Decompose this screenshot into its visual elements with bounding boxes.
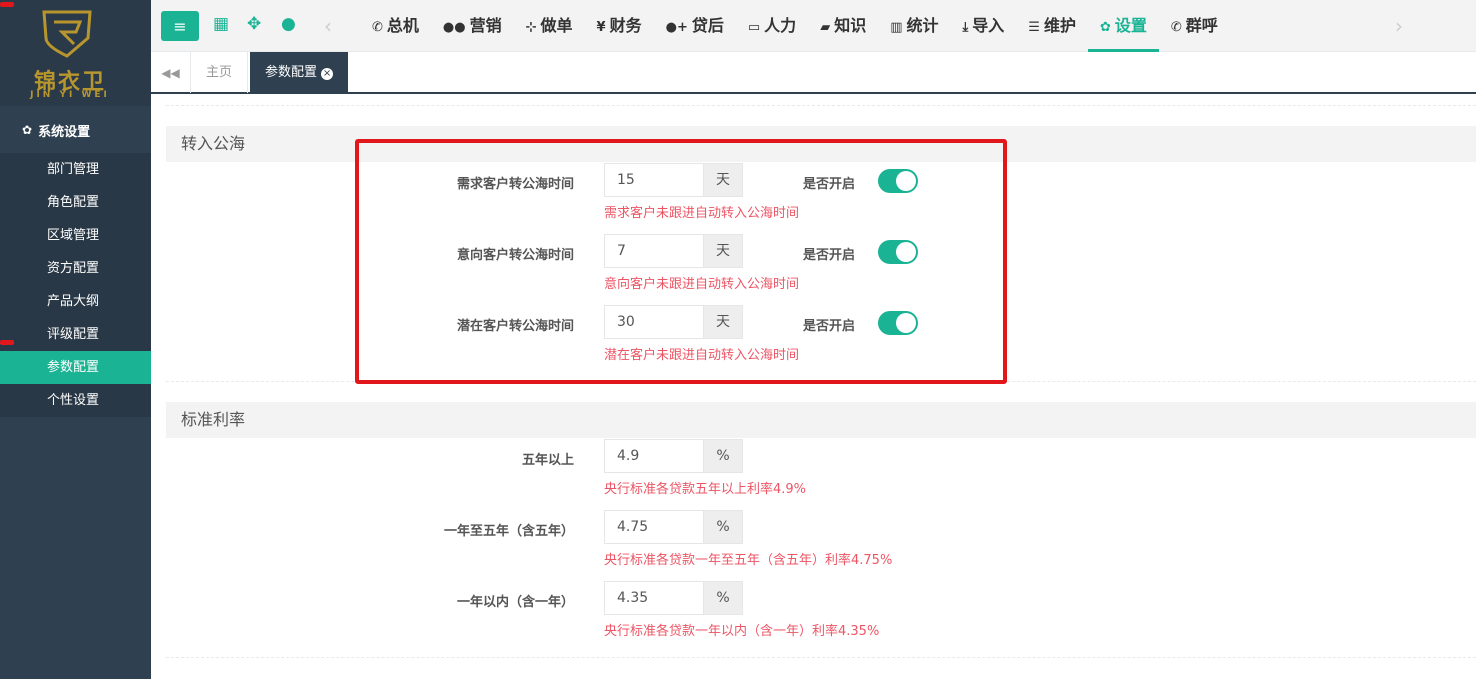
nav-item-finance[interactable]: ¥ 财务 — [585, 0, 654, 52]
nav-item-knowledge[interactable]: ▰ 知识 — [808, 0, 878, 52]
tab-params[interactable]: 参数配置 × — [250, 52, 349, 93]
nav-next-arrow[interactable]: › — [1395, 14, 1403, 38]
nav-item-maintenance[interactable]: ☰ 维护 — [1016, 0, 1088, 52]
logo: 锦衣卫 JIN YI WEI — [0, 0, 151, 106]
help-text: 央行标准各贷款一年至五年（含五年）利率4.75% — [604, 553, 893, 568]
form-label: 一年以内（含一年） — [456, 595, 574, 610]
brand-subtitle: JIN YI WEI — [30, 90, 110, 100]
annotation-mark — [0, 2, 14, 7]
nav-item-import[interactable]: ⤓ 导入 — [951, 0, 1017, 52]
rate-5y-plus-input[interactable]: 4.9 — [604, 439, 704, 473]
shield-logo-icon — [42, 10, 92, 58]
unit-addon: % — [704, 581, 743, 615]
nav-item-switchboard[interactable]: ✆ 总机 — [360, 0, 431, 52]
nav-prev-arrow[interactable]: ‹ — [324, 14, 332, 38]
unit-addon: % — [704, 510, 743, 544]
nav-item-marketing[interactable]: ●● 营销 — [431, 0, 514, 52]
bar-chart-icon: ▥ — [890, 20, 903, 35]
nav-item-group-call[interactable]: ✆ 群呼 — [1159, 0, 1230, 52]
sidebar-item-regions[interactable]: 区域管理 — [0, 219, 151, 252]
close-icon[interactable]: × — [321, 68, 334, 80]
page-tabs: ◀◀ 主页 参数配置 × — [151, 52, 1476, 94]
rate-1to5y-input[interactable]: 4.75 — [604, 510, 704, 544]
users-icon: ●● — [442, 20, 466, 35]
annotation-mark — [0, 340, 14, 345]
sidebar-item-department[interactable]: 部门管理 — [0, 153, 151, 186]
menu-toggle-button[interactable]: ≡ — [161, 11, 199, 41]
nav-item-postloan[interactable]: ●+ 贷后 — [654, 0, 736, 52]
book-icon: ▰ — [820, 20, 831, 35]
unit-addon: % — [704, 439, 743, 473]
sidebar-item-rating[interactable]: 评级配置 — [0, 318, 151, 351]
download-icon: ⤓ — [962, 20, 969, 35]
sitemap-icon: ⊹ — [525, 20, 537, 35]
sidebar-group-label: 系统设置 — [38, 124, 91, 140]
section-title-rate: 标准利率 — [166, 402, 1476, 438]
rate-1y-input[interactable]: 4.35 — [604, 581, 704, 615]
sidebar-item-products[interactable]: 产品大纲 — [0, 285, 151, 318]
form-label: 五年以上 — [521, 453, 574, 468]
divider — [166, 105, 1476, 106]
database-icon: ☰ — [1028, 20, 1040, 35]
sidebar-item-funders[interactable]: 资方配置 — [0, 252, 151, 285]
phone-icon: ✆ — [372, 20, 383, 35]
gear-icon: ✿ — [1099, 20, 1111, 35]
calendar-icon[interactable]: ▦ — [213, 14, 229, 34]
top-navbar: ≡ ▦ ✥ ● ‹ ✆ 总机 ●● 营销 ⊹ 做单 ¥ 财务 ●+ 贷后 ▭ 人力 ▰ 知识 … — [151, 0, 1476, 52]
sidebar-item-personal[interactable]: 个性设置 — [0, 384, 151, 417]
id-card-icon: ▭ — [747, 20, 761, 35]
help-text: 央行标准各贷款五年以上利率4.9% — [604, 482, 807, 497]
sidebar-group-system[interactable]: ✿ 系统设置 — [0, 115, 151, 145]
nav-item-orders[interactable]: ⊹ 做单 — [514, 0, 585, 52]
form-label: 一年至五年（含五年） — [443, 524, 574, 539]
annotation-highlight-box — [355, 139, 1007, 384]
divider — [166, 657, 1476, 658]
sidebar: 锦衣卫 JIN YI WEI ✿ 系统设置 部门管理 角色配置 区域管理 资方配… — [0, 0, 151, 679]
help-text: 央行标准各贷款一年以内（含一年）利率4.35% — [604, 624, 880, 639]
sidebar-item-params[interactable]: 参数配置 — [0, 351, 151, 384]
crosshair-icon[interactable]: ✥ — [247, 14, 261, 34]
nav-item-settings[interactable]: ✿ 设置 — [1087, 0, 1159, 52]
gear-icon: ✿ — [22, 123, 33, 137]
sidebar-menu: 部门管理 角色配置 区域管理 资方配置 产品大纲 评级配置 参数配置 个性设置 — [0, 153, 151, 417]
nav-item-hr[interactable]: ▭ 人力 — [736, 0, 808, 52]
nav-item-stats[interactable]: ▥ 统计 — [878, 0, 950, 52]
user-plus-icon: ●+ — [665, 20, 688, 35]
module-nav: ✆ 总机 ●● 营销 ⊹ 做单 ¥ 财务 ●+ 贷后 ▭ 人力 ▰ 知识 ▥ 统计 ⤓ 导入 ☰ 维… — [360, 0, 1230, 52]
yen-icon: ¥ — [596, 20, 606, 35]
tabs-back-icon[interactable]: ◀◀ — [151, 52, 191, 93]
wechat-icon[interactable]: ● — [281, 14, 296, 34]
phone-icon: ✆ — [1170, 20, 1182, 35]
tab-home[interactable]: 主页 — [191, 52, 249, 93]
sidebar-footer — [0, 428, 151, 679]
sidebar-item-roles[interactable]: 角色配置 — [0, 186, 151, 219]
